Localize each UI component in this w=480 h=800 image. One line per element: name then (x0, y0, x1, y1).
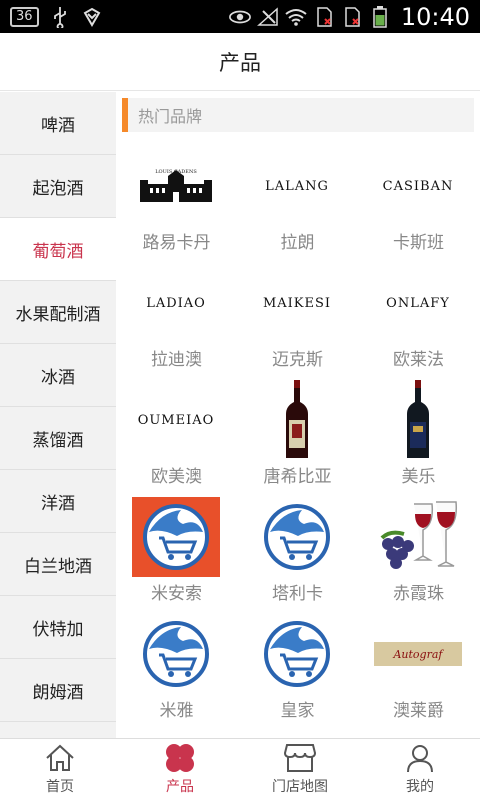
brand-item[interactable]: 塔利卡 (237, 493, 358, 610)
brand-name: 欧美澳 (151, 467, 202, 487)
clock: 10:40 (400, 2, 470, 31)
brand-item[interactable]: 米安索 (116, 493, 237, 610)
brand-item[interactable]: 美乐 (358, 376, 479, 493)
sidebar-item-beer[interactable]: 啤酒 (0, 92, 116, 155)
section-title: 热门品牌 (138, 107, 203, 126)
brand-name: 拉迪澳 (151, 350, 202, 370)
brand-text-logo: LALANG (265, 178, 329, 194)
brand-name: 赤霞珠 (393, 584, 444, 604)
brand-item[interactable]: LALANG 拉朗 (237, 142, 358, 259)
brand-item[interactable]: 赤霞珠 (358, 493, 479, 610)
sidebar-item-rum[interactable]: 朗姆酒 (0, 659, 116, 722)
cart-globe-logo (253, 497, 341, 577)
brand-name: 拉朗 (280, 233, 315, 253)
home-icon (43, 742, 77, 774)
brand-name: 塔利卡 (272, 584, 323, 604)
tab-label: 首页 (46, 779, 74, 795)
sim-card-icon (341, 6, 363, 28)
brand-item[interactable]: MAIKESI 迈克斯 (237, 259, 358, 376)
brand-text-logo: ONLAFY (386, 295, 450, 311)
tab-products[interactable]: 产品 (120, 739, 240, 800)
wine-glasses-grapes-icon (374, 497, 462, 577)
tab-store-map[interactable]: 门店地图 (240, 739, 360, 800)
sidebar-item-wine[interactable]: 葡萄酒 (0, 218, 116, 281)
store-icon (283, 742, 317, 774)
brand-item[interactable]: Autograf 澳莱爵 (358, 610, 479, 727)
tab-label: 门店地图 (272, 779, 328, 795)
brand-item[interactable]: LOUIS CADENS 路易卡丹 (116, 142, 237, 259)
tab-label: 我的 (406, 779, 434, 795)
brand-item[interactable]: OUMEIAO 欧美澳 (116, 376, 237, 493)
brand-name: 欧莱法 (393, 350, 444, 370)
wine-bottle-icon (253, 380, 341, 460)
sidebar-item-foreign[interactable]: 洋酒 (0, 470, 116, 533)
brand-item[interactable]: 唐希比亚 (237, 376, 358, 493)
brand-name: 美乐 (401, 467, 436, 487)
shield-icon (81, 6, 103, 28)
brand-item[interactable]: CASIBAN 卡斯班 (358, 142, 479, 259)
castle-logo: LOUIS CADENS (132, 146, 220, 226)
brand-name: 路易卡丹 (142, 233, 211, 253)
tab-home[interactable]: 首页 (0, 739, 120, 800)
battery-icon (369, 5, 391, 28)
cart-globe-logo (253, 614, 341, 694)
brand-name: 卡斯班 (393, 233, 444, 253)
status-bar: 36 10:40 (0, 0, 480, 33)
wifi-icon (285, 6, 307, 28)
cart-globe-logo (132, 614, 220, 694)
sidebar-item-brandy[interactable]: 白兰地酒 (0, 533, 116, 596)
brand-text-logo: MAIKESI (262, 295, 332, 311)
clover-icon (163, 742, 197, 774)
usb-icon (49, 6, 71, 28)
tab-mine[interactable]: 我的 (360, 739, 480, 800)
tab-label: 产品 (166, 779, 194, 795)
brand-name: 唐希比亚 (263, 467, 332, 487)
brand-name: 皇家 (280, 701, 315, 721)
label-banner-logo: Autograf (374, 614, 462, 694)
brand-name: 米雅 (159, 701, 194, 721)
brand-text-logo: CASIBAN (382, 178, 454, 194)
sidebar-item-vodka[interactable]: 伏特加 (0, 596, 116, 659)
brand-name: 澳莱爵 (393, 701, 444, 721)
brand-name: 米安索 (151, 584, 202, 604)
sidebar-item-fruit-wine[interactable]: 水果配制酒 (0, 281, 116, 344)
wine-bottle-icon (374, 380, 462, 460)
title-bar: 产品 (0, 33, 480, 91)
sidebar-item-ice-wine[interactable]: 冰酒 (0, 344, 116, 407)
sim-card-icon (313, 6, 335, 28)
brand-item[interactable]: 米雅 (116, 610, 237, 727)
category-sidebar: 啤酒 起泡酒 葡萄酒 水果配制酒 冰酒 蒸馏酒 洋酒 白兰地酒 伏特加 朗姆酒 (0, 92, 116, 738)
brand-name: 迈克斯 (272, 350, 323, 370)
notification-count-badge: 36 (10, 6, 39, 27)
brand-text-logo: OUMEIAO (137, 412, 215, 428)
sidebar-item-sparkling[interactable]: 起泡酒 (0, 155, 116, 218)
brand-item[interactable]: 皇家 (237, 610, 358, 727)
eye-icon (228, 6, 251, 28)
page-title: 产品 (219, 50, 261, 75)
no-signal-icon (256, 6, 279, 28)
brand-content: 热门品牌 LOUIS CADENS 路易卡丹 LALANG 拉朗 CASIBAN… (116, 92, 480, 738)
bottom-tab-bar: 首页 产品 门店地图 我的 (0, 738, 480, 800)
brand-item[interactable]: ONLAFY 欧莱法 (358, 259, 479, 376)
user-icon (403, 742, 437, 774)
cart-globe-logo (132, 497, 220, 577)
section-header: 热门品牌 (122, 98, 474, 132)
sidebar-item-distilled[interactable]: 蒸馏酒 (0, 407, 116, 470)
brand-item[interactable]: LADIAO 拉迪澳 (116, 259, 237, 376)
brand-text-logo: LADIAO (146, 295, 206, 311)
